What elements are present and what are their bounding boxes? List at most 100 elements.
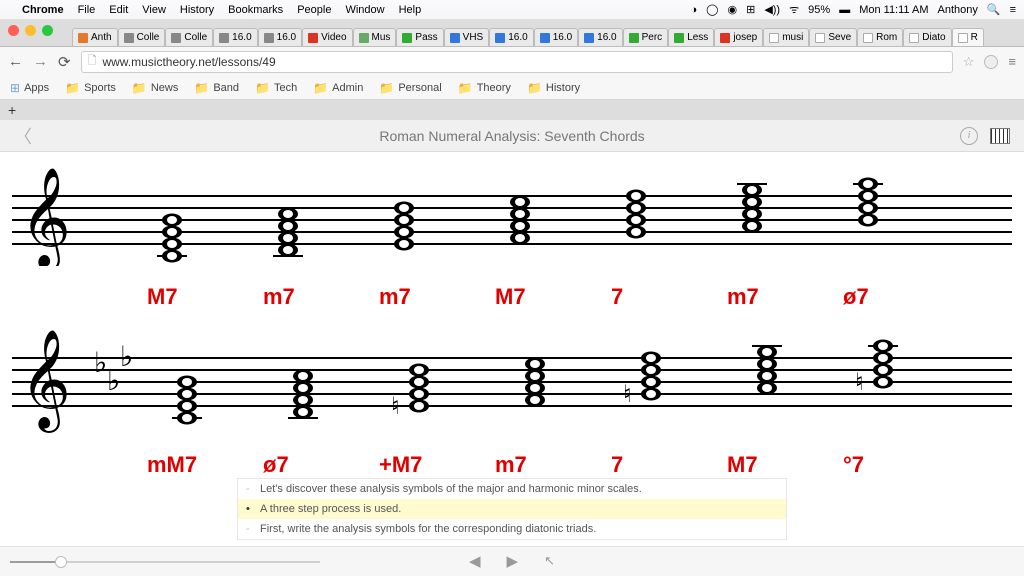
chord-quality-label: 7 xyxy=(611,284,727,310)
tab-label: 16.0 xyxy=(553,32,572,43)
user-name[interactable]: Anthony xyxy=(938,4,978,16)
svg-text:♭: ♭ xyxy=(94,347,107,378)
favicon xyxy=(863,33,873,43)
transcript-line[interactable]: Let's discover these analysis symbols of… xyxy=(238,479,786,499)
clock[interactable]: Mon 11:11 AM xyxy=(859,4,928,16)
browser-tab[interactable]: josep xyxy=(714,28,763,46)
extension-icon[interactable] xyxy=(984,55,998,69)
page-info-icon[interactable]: 🗋 xyxy=(88,52,97,71)
browser-tab[interactable]: 16.0 xyxy=(534,28,578,46)
progress-fill xyxy=(10,561,60,563)
browser-tab[interactable]: Colle xyxy=(165,28,213,46)
browser-tab[interactable]: Mus xyxy=(353,28,397,46)
progress-knob[interactable] xyxy=(55,556,67,568)
menu-people[interactable]: People xyxy=(297,4,331,16)
browser-tab[interactable]: 16.0 xyxy=(258,28,302,46)
chrome-menu-icon[interactable]: ≡ xyxy=(1008,54,1016,69)
status-icon-1[interactable]: ◑ xyxy=(691,4,698,16)
browser-tab[interactable]: Rom xyxy=(857,28,903,46)
tab-label: Less xyxy=(687,32,708,43)
folder-icon: 📁 xyxy=(527,81,542,95)
browser-tab[interactable]: 16.0 xyxy=(213,28,257,46)
menu-file[interactable]: File xyxy=(78,4,96,16)
browser-tab[interactable]: Video xyxy=(302,28,352,46)
bookmark-folder[interactable]: 📁History xyxy=(527,81,580,95)
tab-label: Pass xyxy=(415,32,437,43)
prev-step-button[interactable]: ◀ xyxy=(469,552,481,570)
transcript-line[interactable]: A three step process is used. xyxy=(238,499,786,519)
tab-label: Anth xyxy=(91,32,112,43)
tab-label: Perc xyxy=(642,32,663,43)
app-name[interactable]: Chrome xyxy=(22,4,64,16)
piano-icon[interactable] xyxy=(990,128,1010,144)
minimize-window[interactable] xyxy=(25,25,36,36)
bookmark-star-icon[interactable]: ☆ xyxy=(963,54,975,70)
favicon xyxy=(171,33,181,43)
browser-tab[interactable]: Seve xyxy=(809,28,857,46)
browser-tab[interactable]: musi xyxy=(763,28,809,46)
bookmark-folder[interactable]: 📁Tech xyxy=(255,81,297,95)
info-icon[interactable]: i xyxy=(960,127,978,145)
next-step-button[interactable]: ▶ xyxy=(507,552,519,570)
transcript-lines[interactable]: Let's discover these analysis symbols of… xyxy=(237,478,787,540)
status-icon-3[interactable]: ◉ xyxy=(727,3,737,16)
url-text: www.musictheory.net/lessons/49 xyxy=(102,55,275,69)
browser-tab[interactable]: R xyxy=(952,28,984,46)
chord-quality-label: m7 xyxy=(379,284,495,310)
bookmark-folder[interactable]: 📁Sports xyxy=(65,81,116,95)
transcript-line[interactable]: First, write the analysis symbols for th… xyxy=(238,519,786,539)
browser-tab[interactable]: Anth xyxy=(72,28,118,46)
svg-text:𝄞: 𝄞 xyxy=(20,168,71,266)
apps-shortcut[interactable]: ⊞Apps xyxy=(10,81,49,95)
bookmark-folder[interactable]: 📁Band xyxy=(194,81,239,95)
menu-edit[interactable]: Edit xyxy=(109,4,128,16)
favicon xyxy=(124,33,134,43)
svg-text:♮: ♮ xyxy=(391,393,400,420)
battery-icon[interactable]: ▬ xyxy=(839,4,850,16)
menu-history[interactable]: History xyxy=(180,4,214,16)
lesson-back-icon[interactable]: 〈 xyxy=(14,123,32,149)
browser-tab[interactable]: 16.0 xyxy=(489,28,533,46)
browser-tab[interactable]: Perc xyxy=(623,28,669,46)
folder-icon: 📁 xyxy=(379,81,394,95)
close-window[interactable] xyxy=(8,25,19,36)
tab-label: 16.0 xyxy=(597,32,616,43)
menu-help[interactable]: Help xyxy=(399,4,422,16)
browser-tab[interactable]: VHS xyxy=(444,28,490,46)
status-icon-2[interactable]: ◯ xyxy=(706,3,718,16)
reload-button[interactable]: ⟳ xyxy=(58,53,71,71)
new-tab-button[interactable]: + xyxy=(0,100,1024,120)
svg-text:♭: ♭ xyxy=(107,365,120,396)
tab-label: Seve xyxy=(828,32,851,43)
menu-bookmarks[interactable]: Bookmarks xyxy=(228,4,283,16)
volume-icon[interactable]: ◀)) xyxy=(764,3,780,16)
chord-quality-label: m7 xyxy=(727,284,843,310)
bookmark-folder[interactable]: 📁Personal xyxy=(379,81,441,95)
lesson-title: Roman Numeral Analysis: Seventh Chords xyxy=(379,128,644,144)
bookmark-folder[interactable]: 📁Admin xyxy=(313,81,363,95)
menu-list-icon[interactable]: ≡ xyxy=(1010,4,1016,16)
folder-icon: 📁 xyxy=(458,81,473,95)
browser-tab[interactable]: Colle xyxy=(118,28,166,46)
bluetooth-icon[interactable]: ⊞ xyxy=(746,3,755,16)
bookmark-folder[interactable]: 📁Theory xyxy=(458,81,511,95)
address-bar[interactable]: 🗋 www.musictheory.net/lessons/49 xyxy=(81,51,953,73)
menu-view[interactable]: View xyxy=(142,4,166,16)
svg-text:𝄞: 𝄞 xyxy=(20,330,71,433)
forward-button[interactable]: → xyxy=(33,53,48,70)
browser-tab[interactable]: Pass xyxy=(396,28,443,46)
menu-window[interactable]: Window xyxy=(345,4,384,16)
tab-label: 16.0 xyxy=(232,32,251,43)
svg-text:♮: ♮ xyxy=(855,369,864,396)
browser-tab[interactable]: Less xyxy=(668,28,714,46)
bookmark-folder[interactable]: 📁News xyxy=(132,81,178,95)
favicon xyxy=(78,33,88,43)
chord-quality-label: m7 xyxy=(263,284,379,310)
browser-tab[interactable]: 16.0 xyxy=(578,28,622,46)
back-button[interactable]: ← xyxy=(8,53,23,70)
zoom-window[interactable] xyxy=(42,25,53,36)
spotlight-icon[interactable]: 🔍 xyxy=(987,3,1001,16)
tab-label: VHS xyxy=(463,32,484,43)
wifi-icon[interactable]: ᯤ xyxy=(789,2,799,17)
browser-tab[interactable]: Diato xyxy=(903,28,951,46)
